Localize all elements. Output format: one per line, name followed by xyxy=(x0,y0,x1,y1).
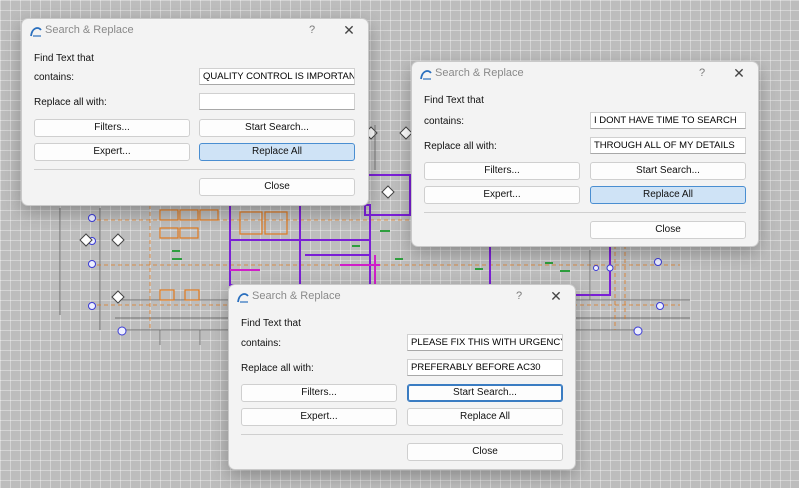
expert-button[interactable]: Expert... xyxy=(424,186,580,204)
contains-input[interactable]: I DONT HAVE TIME TO SEARCH xyxy=(590,112,746,129)
close-icon[interactable]: ✕ xyxy=(547,287,565,305)
archicad-app-icon xyxy=(237,293,249,303)
start-search-button[interactable]: Start Search... xyxy=(590,162,746,180)
close-icon[interactable]: ✕ xyxy=(730,64,748,82)
start-search-button[interactable]: Start Search... xyxy=(199,119,355,137)
find-text-heading: Find Text that xyxy=(241,318,301,329)
replace-label: Replace all with: xyxy=(424,141,497,152)
expert-button[interactable]: Expert... xyxy=(241,408,397,426)
help-button[interactable]: ? xyxy=(699,67,705,79)
dialog-titlebar[interactable]: Search & Replace ? ✕ xyxy=(22,19,368,43)
contains-label: contains: xyxy=(424,116,465,127)
expert-button[interactable]: Expert... xyxy=(34,143,190,161)
close-button[interactable]: Close xyxy=(590,221,746,239)
replace-input[interactable]: PREFERABLY BEFORE AC30 xyxy=(407,359,563,376)
contains-input[interactable]: PLEASE FIX THIS WITH URGENCY xyxy=(407,334,563,351)
find-text-heading: Find Text that xyxy=(34,53,94,64)
dialog-titlebar[interactable]: Search & Replace ? ✕ xyxy=(229,285,575,309)
replace-all-button[interactable]: Replace All xyxy=(590,186,746,204)
replace-input[interactable] xyxy=(199,93,355,110)
filters-button[interactable]: Filters... xyxy=(424,162,580,180)
separator xyxy=(241,434,563,435)
close-button[interactable]: Close xyxy=(199,178,355,196)
archicad-app-icon xyxy=(30,27,42,37)
contains-label: contains: xyxy=(241,338,282,349)
dialog-title: Search & Replace xyxy=(435,67,524,79)
filters-button[interactable]: Filters... xyxy=(241,384,397,402)
dialog-title: Search & Replace xyxy=(252,290,341,302)
close-icon[interactable]: ✕ xyxy=(340,21,358,39)
contains-input[interactable]: QUALITY CONTROL IS IMPORTANT xyxy=(199,68,355,85)
separator xyxy=(424,212,746,213)
separator xyxy=(34,169,355,170)
close-button[interactable]: Close xyxy=(407,443,563,461)
replace-all-button[interactable]: Replace All xyxy=(407,408,563,426)
help-button[interactable]: ? xyxy=(516,290,522,302)
find-text-heading: Find Text that xyxy=(424,95,484,106)
search-replace-dialog-3: Search & Replace ? ✕ Find Text that cont… xyxy=(228,284,576,470)
dialog-title: Search & Replace xyxy=(45,24,134,36)
contains-label: contains: xyxy=(34,72,75,83)
replace-label: Replace all with: xyxy=(34,97,107,108)
replace-label: Replace all with: xyxy=(241,363,314,374)
replace-input[interactable]: THROUGH ALL OF MY DETAILS xyxy=(590,137,746,154)
help-button[interactable]: ? xyxy=(309,24,315,36)
filters-button[interactable]: Filters... xyxy=(34,119,190,137)
search-replace-dialog-2: Search & Replace ? ✕ Find Text that cont… xyxy=(411,61,759,247)
dialog-titlebar[interactable]: Search & Replace ? ✕ xyxy=(412,62,758,86)
replace-all-button[interactable]: Replace All xyxy=(199,143,355,161)
start-search-button[interactable]: Start Search... xyxy=(407,384,563,402)
archicad-app-icon xyxy=(420,70,432,80)
search-replace-dialog-1: Search & Replace ? ✕ Find Text that cont… xyxy=(21,18,369,206)
